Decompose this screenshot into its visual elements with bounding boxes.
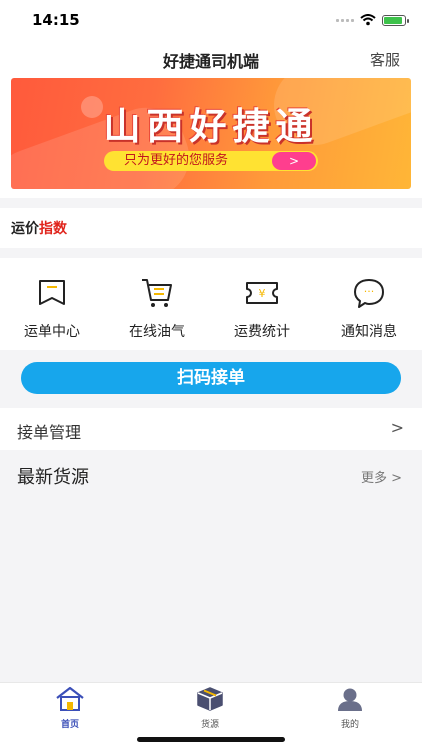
cart-icon: [142, 279, 172, 307]
message-icon: ···: [354, 279, 384, 308]
order-management-label: 接单管理: [17, 423, 82, 442]
quick-menu: 运单中心 在线油气 ¥ 运费统计 ··· 通知消息: [0, 258, 422, 350]
ticket-icon: ¥: [246, 282, 278, 304]
freight-index-title-part2: 指数: [39, 221, 67, 237]
tab-cargo[interactable]: 货源: [170, 686, 250, 730]
battery-icon: [382, 14, 409, 26]
banner-slogan: 只为更好的您服务 >: [104, 151, 318, 171]
box-icon: [197, 687, 223, 711]
customer-service-button[interactable]: 客服: [370, 49, 400, 70]
banner-title: 山西好捷通: [103, 104, 319, 148]
menu-label: 通知消息: [341, 324, 397, 340]
menu-item-freight-stats[interactable]: ¥ 运费统计: [212, 276, 312, 341]
nav-bar: 好捷通司机端 客服: [0, 44, 422, 76]
latest-cargo-section: 最新货源 更多 >: [0, 456, 422, 494]
status-time: 14:15: [32, 11, 80, 29]
home-indicator: [137, 737, 285, 742]
freight-index-card[interactable]: 运价指数: [0, 208, 422, 248]
home-icon: [56, 686, 84, 711]
freight-index-title-part1: 运价: [11, 221, 39, 237]
wifi-icon: [360, 14, 376, 26]
menu-item-online-fuel[interactable]: 在线油气: [107, 276, 207, 341]
user-icon: [338, 688, 362, 711]
order-management-row[interactable]: 接单管理 >: [0, 408, 422, 450]
menu-label: 运费统计: [234, 324, 290, 340]
tab-label: 我的: [340, 720, 359, 730]
status-bar: 14:15: [0, 0, 422, 44]
scan-order-button[interactable]: 扫码接单: [21, 362, 401, 394]
menu-label: 运单中心: [24, 324, 80, 340]
chevron-right-icon: >: [390, 418, 404, 437]
tab-label: 货源: [200, 720, 219, 730]
waybill-icon: [39, 280, 65, 305]
message-glyph: ···: [364, 285, 375, 298]
banner-section: 山西好捷通 只为更好的您服务 >: [0, 76, 422, 198]
menu-item-notifications[interactable]: ··· 通知消息: [319, 276, 419, 341]
signal-icon: [336, 18, 354, 22]
status-icons: [336, 14, 409, 26]
menu-item-waybill-center[interactable]: 运单中心: [2, 276, 102, 341]
tab-label: 首页: [60, 720, 79, 730]
promo-banner[interactable]: 山西好捷通 只为更好的您服务 >: [11, 78, 411, 189]
tab-home[interactable]: 首页: [30, 686, 110, 730]
tab-mine[interactable]: 我的: [310, 686, 390, 730]
banner-arrow-icon: >: [272, 152, 316, 170]
freight-index-title: 运价指数: [11, 218, 67, 238]
page-title: 好捷通司机端: [162, 52, 259, 71]
latest-cargo-title: 最新货源: [17, 467, 89, 488]
ticket-glyph: ¥: [259, 287, 266, 300]
more-link[interactable]: 更多 >: [361, 467, 402, 486]
banner-subtitle: 只为更好的您服务: [124, 153, 229, 168]
menu-label: 在线油气: [129, 324, 185, 340]
